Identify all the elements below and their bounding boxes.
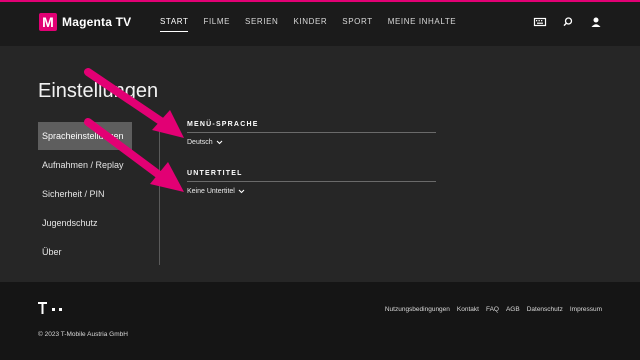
sidebar-item-jugendschutz[interactable]: Jugendschutz xyxy=(38,209,132,237)
nav-item-serien[interactable]: SERIEN xyxy=(245,17,278,32)
sidebar-item-ueber[interactable]: Über xyxy=(38,238,132,266)
subtitles-section: UNTERTITEL Keine Untertitel xyxy=(187,170,436,195)
footer-link-nutzungsbedingungen[interactable]: Nutzungsbedingungen xyxy=(385,306,450,313)
subtitles-heading: UNTERTITEL xyxy=(187,170,436,182)
menu-language-value: Deutsch xyxy=(187,139,213,146)
footer-link-impressum[interactable]: Impressum xyxy=(570,306,602,313)
footer-link-kontakt[interactable]: Kontakt xyxy=(457,306,479,313)
nav-item-start[interactable]: START xyxy=(160,17,189,32)
copyright-text: © 2023 T-Mobile Austria GmbH xyxy=(38,331,128,338)
menu-language-dropdown[interactable]: Deutsch xyxy=(187,139,436,146)
nav-item-filme[interactable]: FILME xyxy=(203,17,230,32)
menu-language-section: MENÜ-SPRACHE Deutsch xyxy=(187,121,436,146)
footer-links: Nutzungsbedingungen Kontakt FAQ AGB Date… xyxy=(385,306,602,313)
search-icon[interactable] xyxy=(561,15,575,29)
menu-language-heading: MENÜ-SPRACHE xyxy=(187,121,436,133)
annotation-arrows xyxy=(84,68,184,192)
keyboard-icon[interactable] xyxy=(533,15,547,29)
user-icon[interactable] xyxy=(589,15,603,29)
brand-name[interactable]: Magenta TV xyxy=(62,13,131,31)
subtitles-value: Keine Untertitel xyxy=(187,188,235,195)
chevron-down-icon xyxy=(238,189,245,194)
footer-link-faq[interactable]: FAQ xyxy=(486,306,499,313)
main-nav: START FILME SERIEN KINDER SPORT MEINE IN… xyxy=(160,17,471,32)
nav-item-meine-inhalte[interactable]: MEINE INHALTE xyxy=(388,17,457,32)
nav-item-kinder[interactable]: KINDER xyxy=(293,17,327,32)
chevron-down-icon xyxy=(216,140,223,145)
magenta-logo-icon[interactable]: M xyxy=(39,13,57,31)
nav-item-sport[interactable]: SPORT xyxy=(342,17,372,32)
footer-link-datenschutz[interactable]: Datenschutz xyxy=(527,306,563,313)
brand-accent-line xyxy=(0,0,640,2)
telekom-logo-icon[interactable] xyxy=(38,300,78,316)
footer xyxy=(0,282,640,360)
subtitles-dropdown[interactable]: Keine Untertitel xyxy=(187,188,436,195)
footer-link-agb[interactable]: AGB xyxy=(506,306,520,313)
